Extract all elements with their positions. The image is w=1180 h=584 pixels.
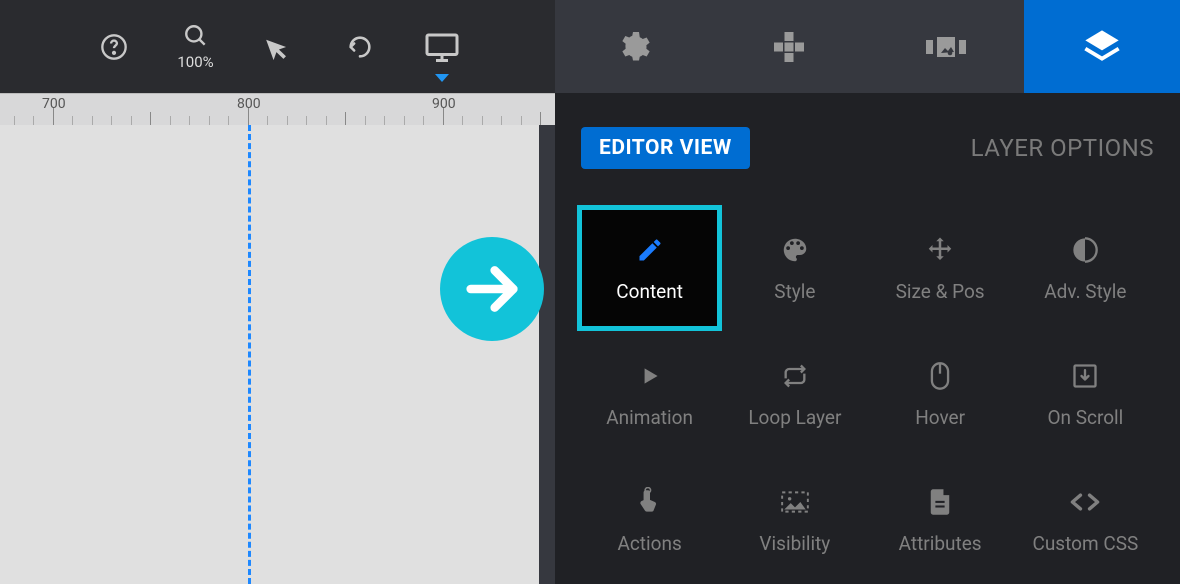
play-icon bbox=[634, 360, 666, 392]
tile-animation[interactable]: Animation bbox=[577, 331, 722, 457]
tile-attributes[interactable]: Attributes bbox=[868, 457, 1013, 583]
contrast-icon bbox=[1069, 234, 1101, 266]
tile-on-scroll[interactable]: On Scroll bbox=[1013, 331, 1158, 457]
toolbar-left: 100% bbox=[0, 0, 555, 93]
tile-actions[interactable]: Actions bbox=[577, 457, 722, 583]
undo-button[interactable] bbox=[340, 33, 380, 61]
layer-options-grid: Content Style Size & Pos Adv. Style Anim… bbox=[575, 205, 1160, 583]
tile-custom-css[interactable]: Custom CSS bbox=[1013, 457, 1158, 583]
tab-layers[interactable] bbox=[1024, 0, 1180, 93]
tile-label: Loop Layer bbox=[748, 406, 841, 429]
toolbar: 100% bbox=[0, 0, 1180, 93]
document-icon bbox=[924, 486, 956, 518]
carousel-icon bbox=[926, 32, 966, 62]
tab-settings[interactable] bbox=[555, 0, 711, 93]
tile-visibility[interactable]: Visibility bbox=[722, 457, 867, 583]
cursor-button[interactable] bbox=[258, 33, 298, 61]
help-icon bbox=[100, 33, 128, 61]
tile-loop-layer[interactable]: Loop Layer bbox=[722, 331, 867, 457]
mouse-icon bbox=[924, 360, 956, 392]
editor-view-button[interactable]: EDITOR VIEW bbox=[581, 127, 750, 169]
dpad-icon bbox=[771, 29, 807, 65]
tile-hover[interactable]: Hover bbox=[868, 331, 1013, 457]
guide-line bbox=[248, 125, 251, 584]
tile-label: Content bbox=[616, 280, 683, 303]
tile-label: Size & Pos bbox=[896, 280, 985, 303]
gear-icon bbox=[615, 29, 651, 65]
layers-icon bbox=[1082, 27, 1122, 67]
tile-label: Custom CSS bbox=[1032, 532, 1138, 555]
tile-size-pos[interactable]: Size & Pos bbox=[868, 205, 1013, 331]
tile-label: Visibility bbox=[759, 532, 830, 555]
touch-icon bbox=[634, 486, 666, 518]
canvas-edge bbox=[539, 125, 555, 584]
help-button[interactable] bbox=[94, 33, 134, 61]
tile-label: Actions bbox=[617, 532, 681, 555]
toolbar-tabs bbox=[555, 0, 1180, 93]
tab-navigation[interactable] bbox=[711, 0, 867, 93]
palette-icon bbox=[779, 234, 811, 266]
chevron-down-icon bbox=[435, 74, 449, 82]
loop-icon bbox=[779, 360, 811, 392]
arrow-callout bbox=[440, 237, 544, 341]
tile-label: On Scroll bbox=[1047, 406, 1123, 429]
canvas[interactable] bbox=[0, 125, 555, 584]
code-icon bbox=[1069, 486, 1101, 518]
zoom-icon bbox=[183, 23, 209, 49]
cursor-icon bbox=[265, 33, 291, 61]
tile-adv-style[interactable]: Adv. Style bbox=[1013, 205, 1158, 331]
download-box-icon bbox=[1069, 360, 1101, 392]
pencil-icon bbox=[634, 234, 666, 266]
tile-label: Attributes bbox=[899, 532, 982, 555]
tile-style[interactable]: Style bbox=[722, 205, 867, 331]
sidebar: EDITOR VIEW LAYER OPTIONS Content Style … bbox=[555, 93, 1180, 584]
ruler: 700 800 900 bbox=[0, 93, 555, 125]
device-button[interactable] bbox=[422, 32, 462, 62]
undo-icon bbox=[346, 33, 374, 61]
move-icon bbox=[924, 234, 956, 266]
tile-label: Hover bbox=[915, 406, 965, 429]
tile-content[interactable]: Content bbox=[577, 205, 722, 331]
tile-label: Style bbox=[774, 280, 815, 303]
tab-carousel[interactable] bbox=[868, 0, 1024, 93]
tile-label: Animation bbox=[606, 406, 693, 429]
arrow-right-icon bbox=[460, 257, 524, 321]
image-dashed-icon bbox=[779, 486, 811, 518]
zoom-label: 100% bbox=[177, 53, 213, 71]
layer-options-title: LAYER OPTIONS bbox=[971, 134, 1154, 162]
tile-label: Adv. Style bbox=[1044, 280, 1126, 303]
zoom-button[interactable]: 100% bbox=[176, 23, 216, 71]
desktop-icon bbox=[424, 32, 460, 62]
